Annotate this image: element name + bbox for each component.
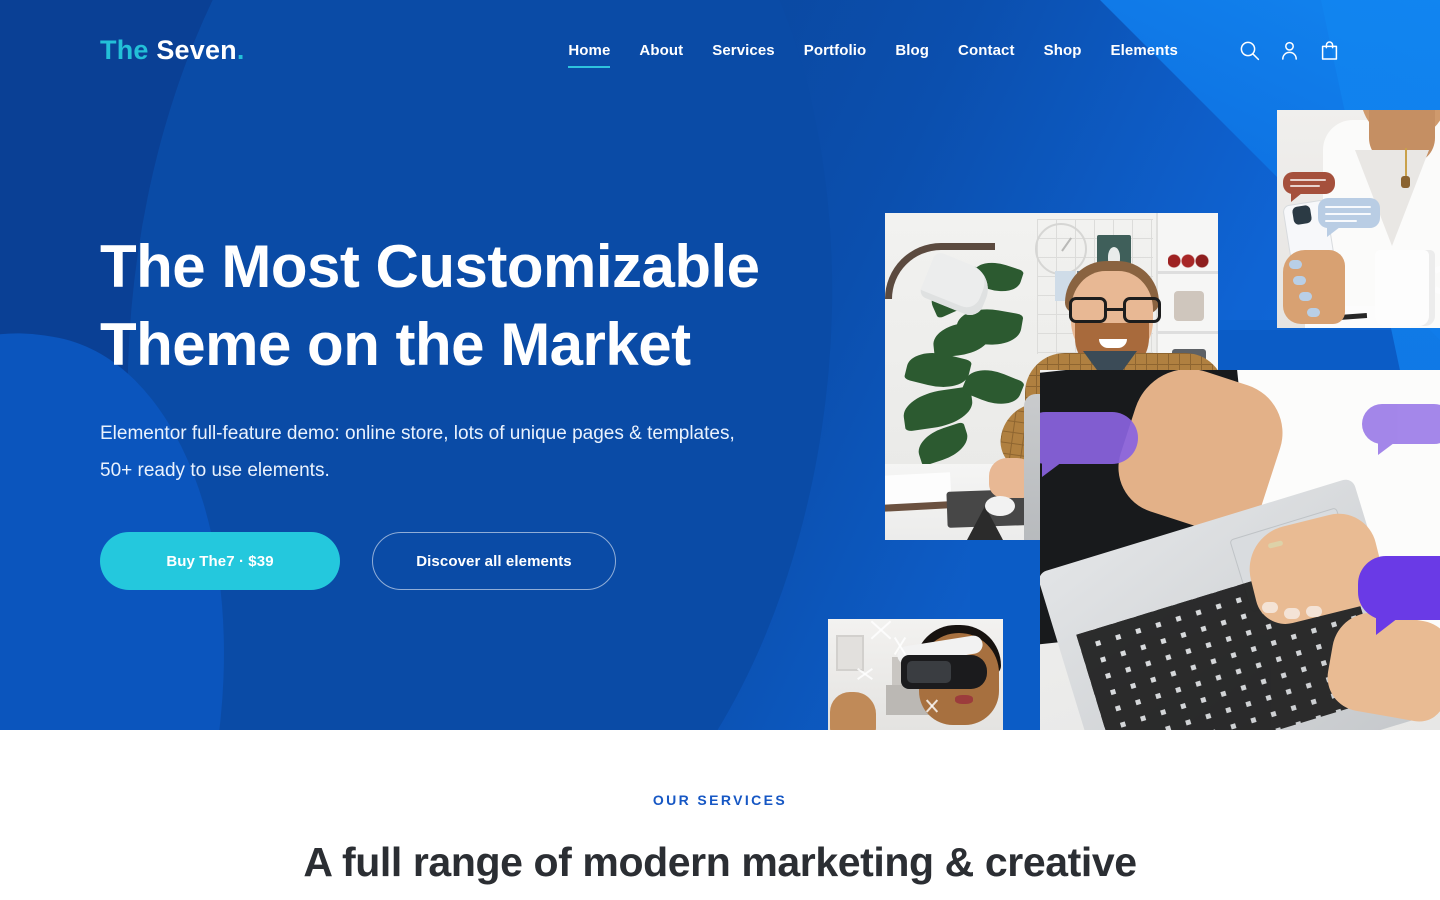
- services-title: A full range of modern marketing & creat…: [303, 839, 1137, 885]
- nav-item-portfolio[interactable]: Portfolio: [804, 36, 867, 65]
- chat-bubble-blue: [1318, 198, 1380, 237]
- main-navigation: Home About Services Portfolio Blog Conta…: [568, 36, 1340, 68]
- photo-woman-holding-phone: [1277, 110, 1440, 328]
- services-eyebrow: OUR SERVICES: [652, 792, 788, 808]
- logo-name: Seven: [156, 34, 237, 65]
- hero-section: The Seven. Home About Services Portfolio…: [0, 0, 1440, 730]
- hero-headline-line-2: Theme on the Market: [100, 311, 691, 378]
- nav-item-home[interactable]: Home: [568, 36, 611, 68]
- nav-item-contact[interactable]: Contact: [958, 36, 1015, 65]
- photo-woman-with-laptop-on-lap: [1040, 370, 1440, 730]
- nav-item-elements[interactable]: Elements: [1111, 36, 1179, 65]
- nav-item-about[interactable]: About: [639, 36, 683, 65]
- header-icon-group: [1238, 39, 1340, 61]
- chat-bubble-brown: [1283, 172, 1335, 202]
- site-header: The Seven. Home About Services Portfolio…: [0, 0, 1440, 100]
- hero-headline-line-1: The Most Customizable: [100, 233, 760, 300]
- site-logo[interactable]: The Seven.: [100, 35, 245, 66]
- services-section: OUR SERVICES A full range of modern mark…: [0, 730, 1440, 900]
- shopping-bag-icon[interactable]: [1318, 39, 1340, 61]
- buy-the7-button[interactable]: Buy The7 · $39: [100, 532, 340, 591]
- search-icon[interactable]: [1238, 39, 1260, 61]
- photo-woman-wearing-vr-headset: [828, 619, 1003, 730]
- discover-elements-button[interactable]: Discover all elements: [372, 532, 616, 591]
- user-account-icon[interactable]: [1278, 39, 1300, 61]
- nav-item-services[interactable]: Services: [712, 36, 775, 65]
- chat-bubble-purple-bold: [1358, 556, 1440, 635]
- hero-subtext: Elementor full-feature demo: online stor…: [100, 423, 735, 482]
- nav-item-blog[interactable]: Blog: [895, 36, 929, 65]
- hero-button-row: Buy The7 · $39 Discover all elements: [100, 532, 820, 591]
- hero-headline: The Most Customizable Theme on the Marke…: [100, 228, 820, 384]
- chat-bubble-purple-small: [1362, 404, 1440, 455]
- chat-bubble-purple-large: [1040, 412, 1138, 477]
- nav-item-shop[interactable]: Shop: [1044, 36, 1082, 65]
- logo-dot: .: [236, 34, 245, 65]
- hero-content: The Most Customizable Theme on the Marke…: [100, 228, 820, 591]
- logo-prefix: The: [100, 34, 149, 65]
